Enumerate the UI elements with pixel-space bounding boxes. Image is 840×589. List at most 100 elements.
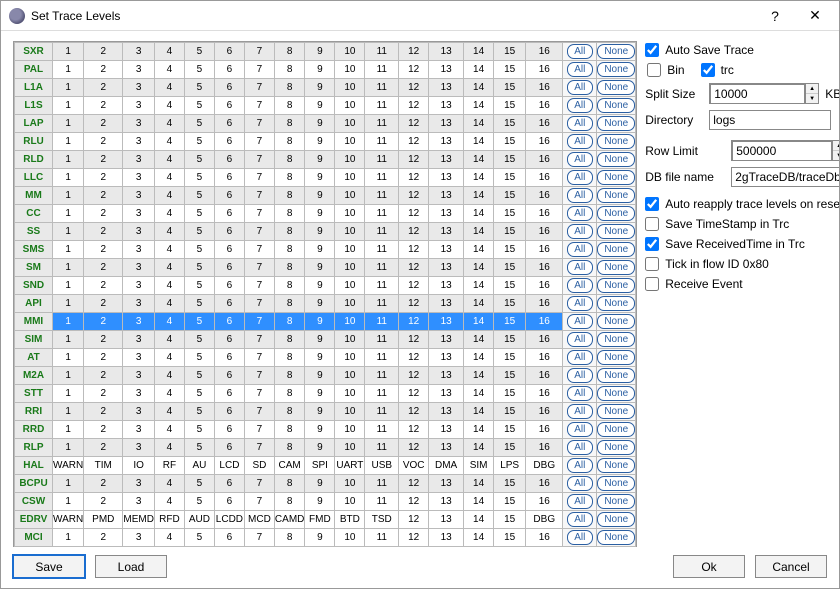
save-received-input[interactable] [645,237,659,251]
none-button[interactable]: None [597,242,635,257]
trace-cell[interactable]: 12 [399,385,429,403]
trace-cell[interactable]: 14 [464,133,494,151]
trace-cell[interactable]: 16 [526,403,563,421]
trace-cell[interactable]: 15 [494,79,526,97]
trace-cell[interactable]: 12 [399,79,429,97]
trace-cell[interactable]: SD [244,457,274,475]
trace-cell[interactable]: 6 [214,43,244,61]
trace-cell[interactable]: 14 [464,475,494,493]
trace-cell[interactable]: 7 [244,133,274,151]
none-button[interactable]: None [597,278,635,293]
trace-cell[interactable]: 6 [214,97,244,115]
none-button[interactable]: None [597,134,635,149]
trace-cell[interactable]: 9 [305,349,335,367]
trace-cell[interactable]: 12 [399,313,429,331]
reapply-input[interactable] [645,197,659,211]
trace-cell[interactable]: PMD [84,511,123,529]
trace-cell[interactable]: BTD [335,511,365,529]
trace-cell[interactable]: 5 [184,493,214,511]
trace-cell[interactable]: 13 [429,61,464,79]
trace-cell[interactable]: DMA [429,457,464,475]
trace-cell[interactable]: 3 [123,331,155,349]
all-button[interactable]: All [567,404,593,419]
none-button[interactable]: None [597,188,635,203]
trace-cell[interactable]: 15 [494,205,526,223]
trace-cell[interactable]: 1 [53,439,84,457]
all-button[interactable]: All [567,116,593,131]
trace-cell[interactable]: 15 [494,475,526,493]
none-button[interactable]: None [597,458,635,473]
trace-cell[interactable]: 6 [214,277,244,295]
trace-cell[interactable]: 3 [123,169,155,187]
trace-cell[interactable]: 10 [335,97,365,115]
trace-cell[interactable]: 3 [123,313,155,331]
none-button[interactable]: None [597,44,635,59]
trace-cell[interactable]: 3 [123,97,155,115]
trace-cell[interactable]: 4 [154,331,184,349]
split-size-spinbtns[interactable]: ▲▼ [805,84,818,103]
trace-cell[interactable]: 8 [274,403,304,421]
trace-cell[interactable]: 15 [494,169,526,187]
trace-cell[interactable]: 15 [494,259,526,277]
trace-cell[interactable]: 6 [214,115,244,133]
trace-cell[interactable]: 16 [526,385,563,403]
trace-cell[interactable]: 1 [53,295,84,313]
trace-cell[interactable]: 2 [84,169,123,187]
all-button[interactable]: All [567,134,593,149]
trace-cell[interactable]: 3 [123,61,155,79]
trace-cell[interactable]: 14 [464,349,494,367]
trace-cell[interactable]: 2 [84,115,123,133]
trace-cell[interactable]: 10 [335,79,365,97]
trace-cell[interactable]: 7 [244,61,274,79]
all-button[interactable]: All [567,278,593,293]
trace-cell[interactable]: 5 [184,529,214,547]
bin-input[interactable] [647,63,661,77]
trace-cell[interactable]: 9 [305,79,335,97]
row-header[interactable]: EDRV [15,511,53,529]
trace-cell[interactable]: 6 [214,241,244,259]
trace-cell[interactable]: 13 [429,223,464,241]
trace-cell[interactable]: WARN [53,457,84,475]
trace-cell[interactable]: 7 [244,385,274,403]
save-timestamp-input[interactable] [645,217,659,231]
split-size-spin[interactable]: ▲▼ [709,83,819,104]
row-header[interactable]: CC [15,205,53,223]
trace-cell[interactable]: 8 [274,205,304,223]
trace-cell[interactable]: 4 [154,259,184,277]
trace-cell[interactable]: 4 [154,43,184,61]
trace-cell[interactable]: 10 [335,259,365,277]
trace-cell[interactable]: 10 [335,205,365,223]
trace-cell[interactable]: 5 [184,403,214,421]
row-header[interactable]: BCPU [15,475,53,493]
trace-cell[interactable]: 7 [244,97,274,115]
row-header[interactable]: MMI [15,313,53,331]
trace-cell[interactable]: RFD [154,511,184,529]
all-button[interactable]: All [567,170,593,185]
trace-cell[interactable]: 1 [53,349,84,367]
trace-cell[interactable]: 9 [305,205,335,223]
trace-cell[interactable]: 9 [305,187,335,205]
trace-cell[interactable]: 4 [154,403,184,421]
trace-cell[interactable]: 16 [526,169,563,187]
trace-cell[interactable]: 12 [399,493,429,511]
trace-cell[interactable]: 11 [365,115,399,133]
trace-cell[interactable]: 6 [214,529,244,547]
trace-cell[interactable]: 6 [214,169,244,187]
trace-cell[interactable]: 12 [399,421,429,439]
trace-cell[interactable]: WARN [53,511,84,529]
trace-cell[interactable]: 1 [53,529,84,547]
trace-cell[interactable]: 8 [274,151,304,169]
trace-cell[interactable]: 11 [365,439,399,457]
trace-cell[interactable]: 16 [526,115,563,133]
trace-cell[interactable]: 12 [399,331,429,349]
trace-cell[interactable]: 15 [494,187,526,205]
db-file-input[interactable] [731,167,839,187]
trace-cell[interactable]: 1 [53,259,84,277]
ok-button[interactable]: Ok [673,555,745,578]
trace-cell[interactable]: 16 [526,43,563,61]
trace-cell[interactable]: 5 [184,367,214,385]
trace-cell[interactable]: 5 [184,61,214,79]
trace-cell[interactable]: 16 [526,205,563,223]
trace-cell[interactable]: 9 [305,421,335,439]
directory-input[interactable] [709,110,831,130]
